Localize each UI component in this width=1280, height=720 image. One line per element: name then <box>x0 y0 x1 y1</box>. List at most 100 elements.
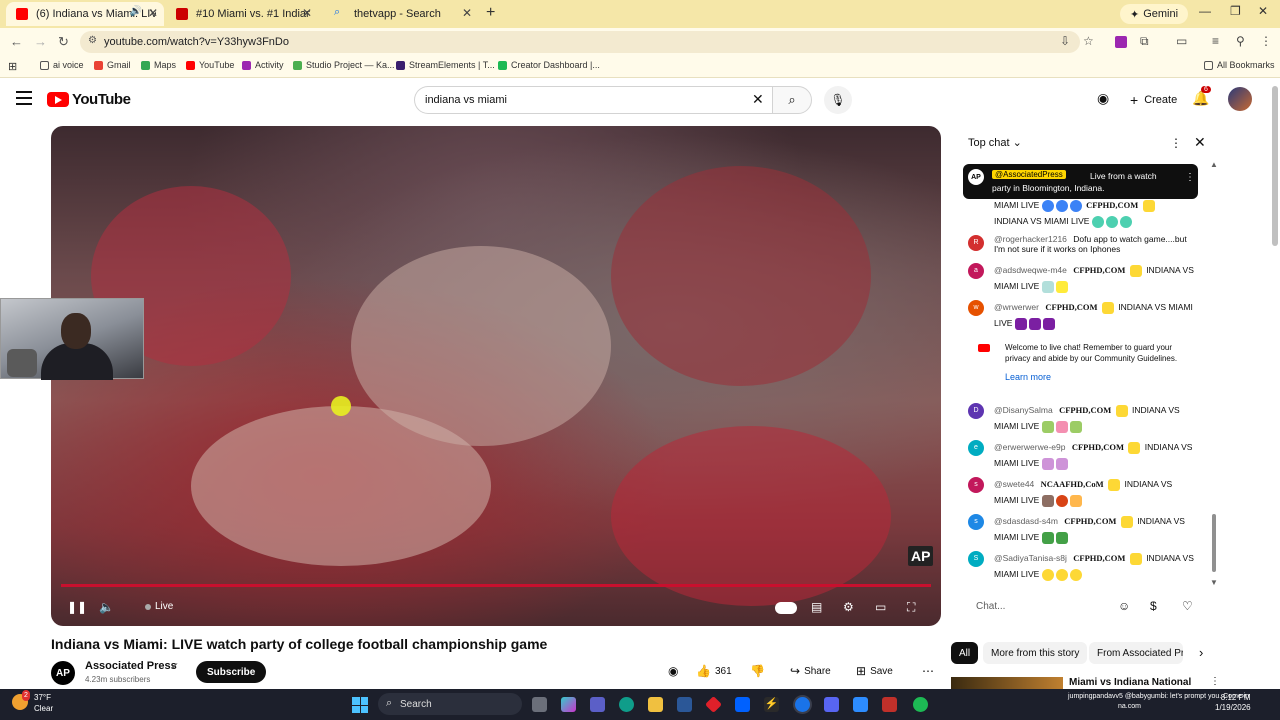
volume-icon[interactable]: 🔈 <box>99 600 114 614</box>
chat-author[interactable]: @DisanySalma <box>994 405 1053 415</box>
extensions-puzzle-icon[interactable]: ⧉ <box>1140 34 1149 49</box>
autoplay-toggle[interactable] <box>775 602 797 614</box>
bookmark-item[interactable]: YouTube <box>186 60 234 70</box>
discord-icon[interactable] <box>824 697 839 712</box>
bookmark-item[interactable]: Gmail <box>94 60 131 70</box>
forward-icon[interactable]: → <box>34 34 47 49</box>
chip-more-from-story[interactable]: More from this story <box>983 642 1088 664</box>
chip-from-associated-press[interactable]: From Associated Pr <box>1089 642 1183 664</box>
progress-bar[interactable] <box>61 584 931 587</box>
all-bookmarks[interactable]: All Bookmarks <box>1204 60 1275 70</box>
page-scrollbar[interactable] <box>1272 86 1278 246</box>
chat-author[interactable]: @rogerhacker1216 <box>994 234 1067 244</box>
chat-author-avatar[interactable]: R <box>968 235 984 251</box>
chat-menu-icon[interactable]: ⋮ <box>1170 136 1182 150</box>
close-chat-icon[interactable]: ✕ <box>1194 134 1206 151</box>
youtube-logo[interactable]: YouTube <box>47 91 131 108</box>
gemini-button[interactable]: ✦ Gemini <box>1120 4 1189 24</box>
like-button[interactable]: 👍 361 <box>696 664 732 678</box>
profile-icon[interactable]: ⚲ <box>1236 34 1245 48</box>
video-player[interactable]: AP ❚❚ 🔈 Live ▤ ⚙ ▭ ⛶ <box>51 126 941 626</box>
close-tab-icon[interactable]: ✕ <box>462 6 472 20</box>
search-button[interactable]: ⌕ <box>772 86 812 114</box>
chat-author-avatar[interactable]: D <box>968 403 984 419</box>
chat-author[interactable]: @SadiyaTanisa-s8j <box>994 553 1067 563</box>
pinned-more-icon[interactable]: ⋮ <box>1185 172 1195 183</box>
task-view-icon[interactable] <box>532 697 547 712</box>
recommendation-menu-icon[interactable]: ⋮ <box>1210 676 1220 687</box>
media-controls-icon[interactable]: ≡ <box>1212 34 1219 48</box>
obs-icon[interactable] <box>882 697 897 712</box>
chat-author-avatar[interactable]: s <box>968 514 984 530</box>
file-explorer-icon[interactable] <box>648 697 663 712</box>
chat-author[interactable]: @wrwerwer <box>994 302 1039 312</box>
bookmark-item[interactable]: Creator Dashboard |... <box>498 60 600 70</box>
bookmark-star-icon[interactable]: ☆ <box>1083 34 1094 48</box>
recommendation-thumbnail[interactable] <box>951 677 1063 689</box>
teams-icon[interactable] <box>590 697 605 712</box>
chat-author-avatar[interactable]: a <box>968 263 984 279</box>
start-button[interactable] <box>352 697 368 713</box>
save-button[interactable]: ⊞ Save <box>856 664 893 678</box>
account-avatar[interactable] <box>1228 87 1252 111</box>
chat-input[interactable]: Chat... <box>976 601 1005 612</box>
bookmark-item[interactable]: Activity <box>242 60 284 70</box>
bookmark-item[interactable]: ai voice <box>40 60 84 70</box>
chat-author-avatar[interactable]: w <box>968 300 984 316</box>
chat-author-avatar[interactable]: s <box>968 477 984 493</box>
pinned-message[interactable]: AP Live from a watch party in Bloomingto… <box>963 164 1198 199</box>
share-button[interactable]: ↪ Share <box>790 664 831 678</box>
weather-widget[interactable]: 2 37°F Clear <box>12 690 53 714</box>
hamburger-menu-icon[interactable] <box>16 91 32 105</box>
fullscreen-icon[interactable]: ⛶ <box>907 600 915 615</box>
bookmark-item[interactable]: Studio Project — Ka... <box>293 60 395 70</box>
tab-youtube-video[interactable]: (6) Indiana vs Miami: LIVE w 🔊 ✕ <box>6 2 164 26</box>
settings-gear-icon[interactable]: ⚙ <box>843 600 854 614</box>
tab-search-icon[interactable]: ▭ <box>1176 34 1187 48</box>
audio-icon[interactable]: 🔊 <box>130 6 142 17</box>
theater-mode-icon[interactable]: ▭ <box>875 600 886 614</box>
scroll-up-icon[interactable]: ▲ <box>1210 160 1218 169</box>
taskbar-search[interactable]: ⌕ Search <box>378 693 522 715</box>
new-tab-button[interactable]: + <box>486 4 495 22</box>
pause-icon[interactable]: ❚❚ <box>67 600 87 614</box>
go-live-icon[interactable]: ◉ <box>668 664 678 678</box>
apps-grid-icon[interactable]: ⊞ <box>8 60 17 73</box>
maximize-icon[interactable]: ❐ <box>1230 4 1241 18</box>
chat-author[interactable]: @sdasdasd-s4m <box>994 516 1058 526</box>
scroll-down-icon[interactable]: ▼ <box>1210 578 1218 587</box>
search-input[interactable]: indiana vs miami <box>414 86 772 114</box>
voice-search-button[interactable]: 🎙 <box>824 86 852 114</box>
captions-icon[interactable]: ▤ <box>811 600 822 614</box>
emoji-icon[interactable]: ☺ <box>1118 599 1130 613</box>
edge-icon[interactable] <box>619 697 634 712</box>
go-live-icon[interactable]: ◉ <box>1097 90 1109 107</box>
chat-scrollbar[interactable] <box>1212 514 1216 572</box>
chrome-icon[interactable] <box>795 697 810 712</box>
chip-all[interactable]: All <box>951 642 979 664</box>
recommendation-title[interactable]: Miami vs Indiana National <box>1069 677 1191 688</box>
more-actions-icon[interactable]: ⋯ <box>922 664 934 678</box>
store-icon[interactable] <box>677 697 692 712</box>
channel-avatar[interactable]: AP <box>51 661 75 685</box>
chevron-right-icon[interactable]: › <box>1199 645 1203 660</box>
minimize-icon[interactable]: — <box>1199 4 1211 18</box>
channel-name[interactable]: Associated Press <box>85 660 177 672</box>
spotify-icon[interactable] <box>913 697 928 712</box>
system-clock[interactable]: 8:12 PM 1/19/2026 <box>1215 693 1251 713</box>
dislike-button[interactable]: 👎 <box>750 664 765 678</box>
close-tab-icon[interactable]: ✕ <box>302 6 312 20</box>
terminal-icon[interactable]: ⚡ <box>764 697 779 712</box>
extension-icon[interactable] <box>1115 36 1127 48</box>
copilot-icon[interactable] <box>561 697 576 712</box>
live-indicator[interactable]: Live <box>145 601 173 612</box>
reload-icon[interactable]: ↻ <box>58 34 69 50</box>
chat-author[interactable]: @swete44 <box>994 479 1034 489</box>
subscribe-button[interactable]: Subscribe <box>196 661 267 683</box>
close-tab-icon[interactable]: ✕ <box>148 6 158 20</box>
heart-icon[interactable]: ♡ <box>1182 599 1193 613</box>
address-bar[interactable]: ⚙ youtube.com/watch?v=Y33hyw3FnDo <box>80 31 1080 53</box>
bookmark-item[interactable]: StreamElements | T... <box>396 60 495 70</box>
close-window-icon[interactable]: ✕ <box>1258 4 1268 18</box>
learn-more-link[interactable]: Learn more <box>1005 372 1051 382</box>
